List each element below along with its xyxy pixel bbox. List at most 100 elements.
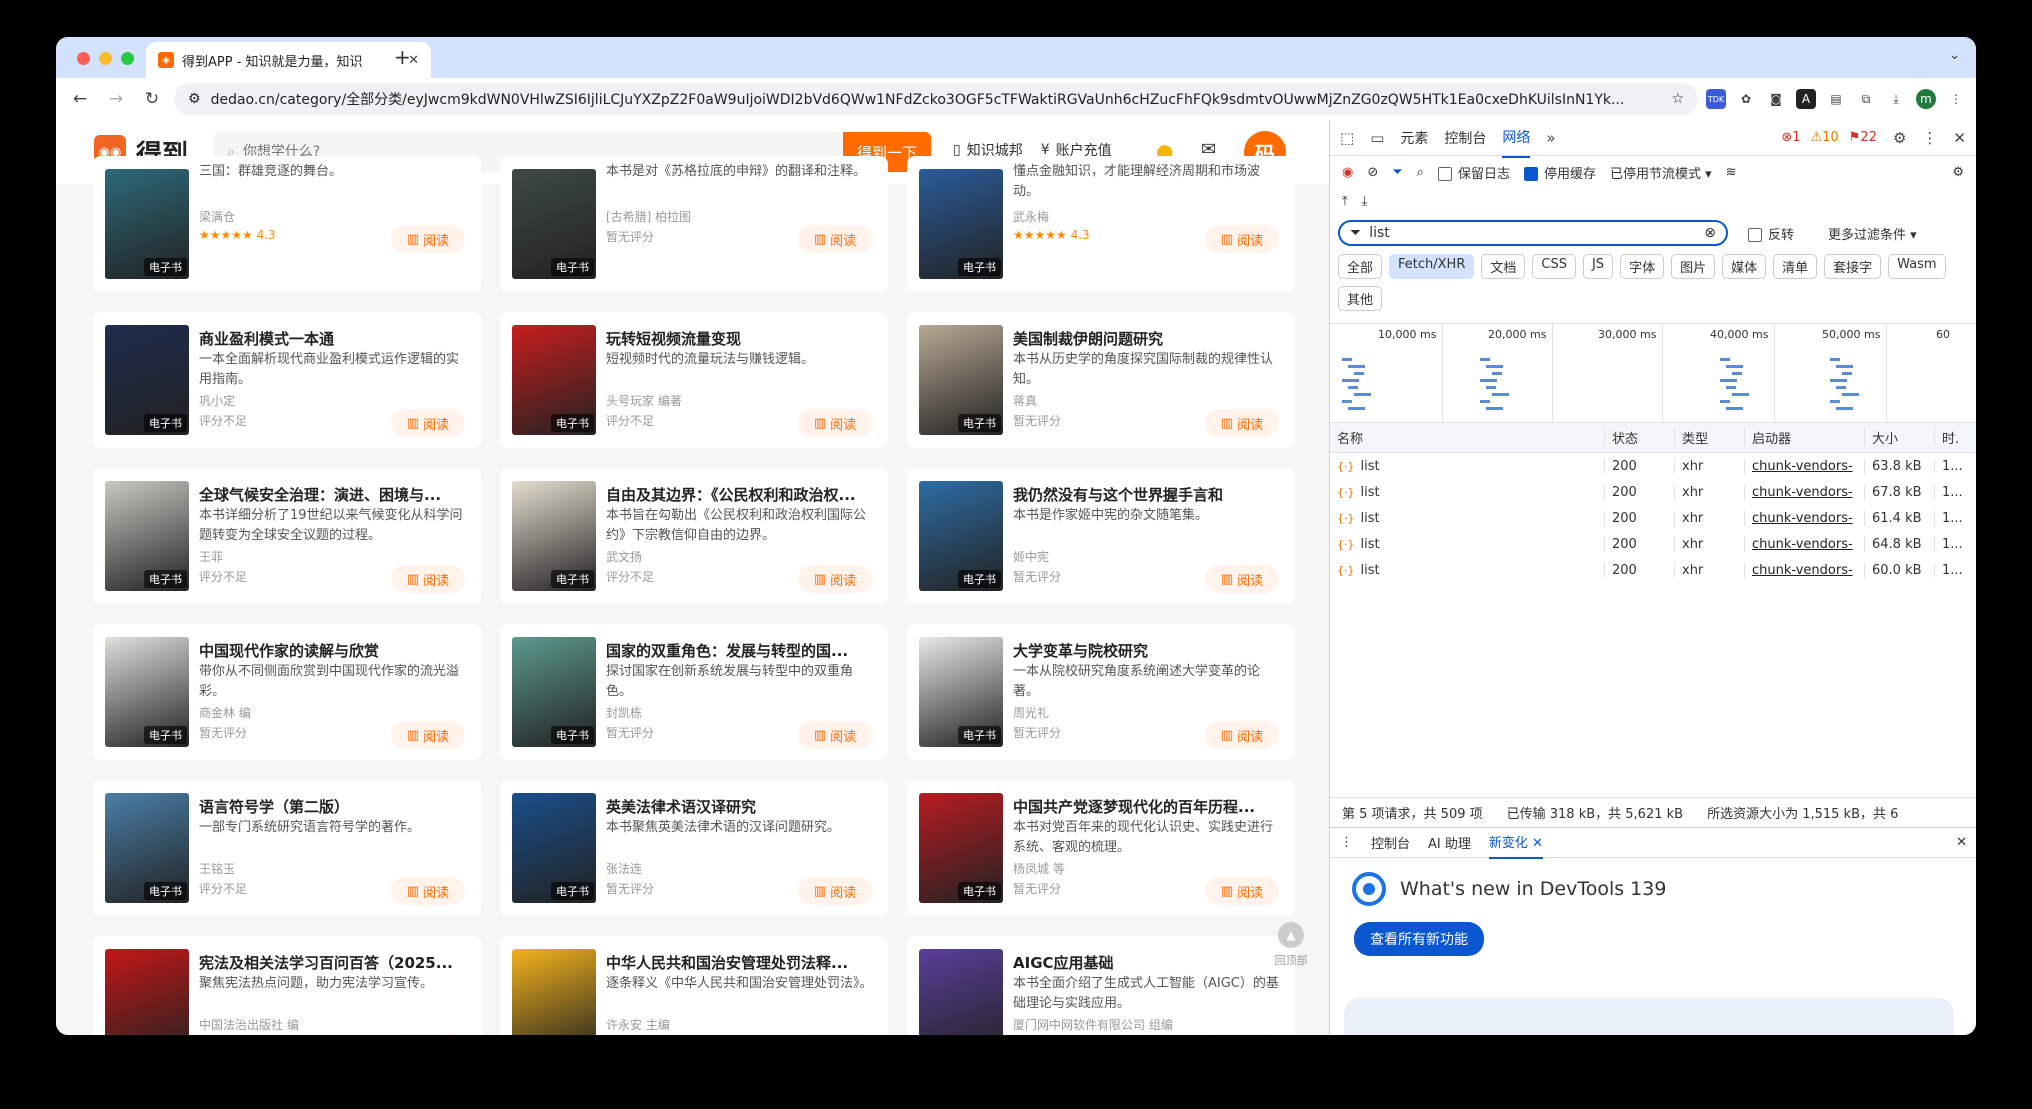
browser-tab[interactable]: ◈ 得到APP - 知识就是力量，知识 ✕ bbox=[146, 42, 431, 78]
close-window-button[interactable] bbox=[77, 52, 90, 65]
request-name[interactable]: {·} list bbox=[1330, 458, 1605, 474]
read-button[interactable]: ▥阅读 bbox=[1205, 877, 1279, 905]
site-info-icon[interactable]: ⚙ bbox=[188, 91, 201, 107]
filter-chip[interactable]: 套接字 bbox=[1824, 254, 1882, 279]
issue-counters[interactable]: ⊗1 ⚠10 ⚑22 bbox=[1781, 130, 1877, 145]
network-timeline-overview[interactable]: 10,000 ms 20,000 ms 30,000 ms 40,000 ms 50,0… bbox=[1330, 323, 1976, 424]
profile-avatar[interactable]: m bbox=[1916, 89, 1936, 109]
download-icon[interactable]: ⤓ bbox=[1886, 89, 1906, 109]
read-button[interactable]: ▥阅读 bbox=[391, 225, 465, 253]
table-row[interactable]: {·} list 200 xhr chunk-vendors- 61.4 kB 1... bbox=[1330, 505, 1976, 531]
clear-icon[interactable]: ⊘ bbox=[1367, 165, 1378, 180]
book-cover[interactable]: 电子书 bbox=[105, 169, 189, 279]
reload-icon[interactable]: ↻ bbox=[138, 85, 166, 113]
book-cover[interactable]: 电子书 bbox=[105, 481, 189, 591]
filter-input[interactable]: list bbox=[1369, 225, 1696, 241]
filter-chip[interactable]: 文档 bbox=[1481, 254, 1526, 279]
book-cover[interactable]: 电子书 bbox=[919, 169, 1003, 279]
more-tabs-icon[interactable]: » bbox=[1546, 129, 1555, 147]
request-initiator-link[interactable]: chunk-vendors- bbox=[1745, 484, 1865, 500]
devtools-menu-icon[interactable]: ⋮ bbox=[1922, 129, 1937, 147]
book-card[interactable]: 电子书 国家的双重角色：发展与转型的国... 探讨国家在创新系统发展与转型中的双重角… bbox=[500, 624, 888, 760]
book-title[interactable]: 全球气候安全治理：演进、困境与... bbox=[199, 484, 471, 505]
book-card[interactable]: 电子书 玩转短视频流量变现 短视频时代的流量玩法与赚钱逻辑。 头号玩家 编著 评分不足 ▥… bbox=[500, 312, 888, 448]
book-card[interactable]: 电子书 中国共产党逐梦现代化的百年历程... 本书对党百年来的现代化认识史、实践史进… bbox=[907, 780, 1295, 916]
read-button[interactable]: ▥阅读 bbox=[391, 409, 465, 437]
book-cover[interactable]: 电子书 bbox=[105, 949, 189, 1035]
book-title[interactable]: 我仍然没有与这个世界握手言和 bbox=[1013, 484, 1285, 505]
close-devtools-icon[interactable]: ✕ bbox=[1953, 129, 1966, 147]
back-to-top-button[interactable]: ▲ 回顶部 bbox=[1264, 922, 1318, 968]
filter-chip[interactable]: CSS bbox=[1532, 254, 1576, 279]
request-name[interactable]: {·} list bbox=[1330, 562, 1605, 578]
filter-chip[interactable]: 清单 bbox=[1773, 254, 1818, 279]
book-card[interactable]: 电子书宪法及相关法学习百问百答（2025... 聚焦宪法热点问题，助力宪法学习宣传… bbox=[93, 936, 481, 1035]
see-all-features-button[interactable]: 查看所有新功能 bbox=[1354, 922, 1484, 956]
extension-note-icon[interactable]: ▤ bbox=[1826, 89, 1846, 109]
zoom-window-button[interactable] bbox=[121, 52, 134, 65]
read-button[interactable]: ▥阅读 bbox=[798, 877, 872, 905]
network-conditions-icon[interactable]: ≋ bbox=[1726, 165, 1737, 180]
read-button[interactable]: ▥阅读 bbox=[798, 1033, 872, 1035]
whats-new-card[interactable] bbox=[1344, 998, 1954, 1035]
book-cover[interactable]: 电子书 bbox=[919, 325, 1003, 435]
record-stop-icon[interactable]: ◉ bbox=[1342, 165, 1353, 180]
table-row[interactable]: {·} list 200 xhr chunk-vendors- 64.8 kB 1... bbox=[1330, 531, 1976, 557]
extension-ai-icon[interactable]: ✿ bbox=[1736, 89, 1756, 109]
tab-elements[interactable]: 元素 bbox=[1400, 119, 1428, 157]
read-button[interactable]: ▥阅读 bbox=[798, 225, 872, 253]
book-cover[interactable]: 电子书 bbox=[512, 169, 596, 279]
book-title[interactable]: 商业盈利模式一本通 bbox=[199, 328, 471, 349]
book-cover[interactable]: 电子书 bbox=[105, 637, 189, 747]
read-button[interactable]: ▥阅读 bbox=[391, 565, 465, 593]
preserve-log-checkbox[interactable]: 保留日志 bbox=[1437, 163, 1510, 182]
book-title[interactable]: 自由及其边界：《公民权利和政治权... bbox=[606, 484, 878, 505]
tab-search-chevron-icon[interactable]: ⌄ bbox=[1949, 48, 1960, 63]
book-cover[interactable]: 电子书 bbox=[512, 793, 596, 903]
settings-gear-icon[interactable]: ⚙ bbox=[1893, 129, 1906, 147]
request-name[interactable]: {·} list bbox=[1330, 536, 1605, 552]
book-card[interactable]: 电子书 语言符号学（第二版） 一部专门系统研究语言符号学的著作。 王铭玉 评分不足 ▥ 阅读 bbox=[93, 780, 481, 916]
book-cover[interactable]: 电子书 bbox=[105, 325, 189, 435]
book-title[interactable]: 大学变革与院校研究 bbox=[1013, 640, 1285, 661]
filter-funnel-icon[interactable]: ⏷ bbox=[1392, 165, 1402, 180]
col-type[interactable]: 类型 bbox=[1675, 428, 1745, 447]
filter-chip[interactable]: 图片 bbox=[1671, 254, 1716, 279]
col-initiator[interactable]: 启动器 bbox=[1745, 428, 1865, 447]
bookmark-star-icon[interactable]: ☆ bbox=[1671, 91, 1684, 107]
book-card[interactable]: 电子书 自由及其边界：《公民权利和政治权... 本书旨在勾勒出《公民权利和政治权利国… bbox=[500, 468, 888, 604]
network-settings-icon[interactable]: ⚙ bbox=[1952, 165, 1964, 180]
close-whats-new-icon[interactable]: ✕ bbox=[1532, 836, 1543, 851]
col-status[interactable]: 状态 bbox=[1605, 428, 1675, 447]
read-button[interactable]: ▥阅读 bbox=[1205, 1033, 1279, 1035]
book-cover[interactable]: 电子书 bbox=[512, 949, 596, 1035]
book-title[interactable]: 语言符号学（第二版） bbox=[199, 796, 471, 817]
book-title[interactable]: 国家的双重角色：发展与转型的国... bbox=[606, 640, 878, 661]
export-har-icon[interactable]: ⤓ bbox=[1362, 194, 1368, 209]
read-button[interactable]: ▥阅读 bbox=[1205, 565, 1279, 593]
preserve-log-box[interactable] bbox=[1437, 167, 1452, 181]
book-card[interactable]: 电子书 AIGC应用基础本书全面介绍了生成式人工智能（AIGC）的基础理论与实践应… bbox=[907, 936, 1295, 1035]
book-title[interactable]: 中华人民共和国治安管理处罚法释... bbox=[606, 952, 878, 973]
invert-checkbox[interactable]: 反转 bbox=[1748, 224, 1794, 243]
book-title[interactable]: 中国现代作家的读解与欣赏 bbox=[199, 640, 471, 661]
read-button[interactable]: ▥阅读 bbox=[391, 1033, 465, 1035]
address-bar[interactable]: ⚙ dedao.cn/category/全部分类/eyJwcm9kdWN0VHl… bbox=[174, 83, 1698, 115]
book-cover[interactable]: 电子书 bbox=[512, 637, 596, 747]
book-card[interactable]: 电子书 全球气候安全治理：演进、困境与... 本书详细分析了19世纪以来气候变化从科… bbox=[93, 468, 481, 604]
read-button[interactable]: ▥阅读 bbox=[1205, 225, 1279, 253]
book-card[interactable]: 电子书 大学变革与院校研究 一本从院校研究角度系统阐述大学变革的论著。 周光礼 暂无评分… bbox=[907, 624, 1295, 760]
book-title[interactable]: 美国制裁伊朗问题研究 bbox=[1013, 328, 1285, 349]
book-cover[interactable]: 电子书 bbox=[919, 637, 1003, 747]
book-card[interactable]: 电子书 懂点金融知识，才能理解经济周期和市场波动。 武永梅 ★★★★★ 4.3 ▥ 阅读 bbox=[907, 156, 1295, 292]
request-initiator-link[interactable]: chunk-vendors- bbox=[1745, 458, 1865, 474]
filter-chip[interactable]: 字体 bbox=[1620, 254, 1665, 279]
invert-box[interactable] bbox=[1748, 228, 1762, 242]
read-button[interactable]: ▥阅读 bbox=[1205, 721, 1279, 749]
throttle-select[interactable]: 已停用节流模式 ▾ bbox=[1610, 163, 1712, 182]
new-tab-button[interactable]: + bbox=[394, 45, 411, 69]
import-har-icon[interactable]: ⤒ bbox=[1342, 194, 1348, 209]
table-row[interactable]: {·} list 200 xhr chunk-vendors- 63.8 kB 1... bbox=[1330, 453, 1976, 479]
filter-chip[interactable]: 媒体 bbox=[1722, 254, 1767, 279]
search-network-icon[interactable]: ⌕ bbox=[1417, 165, 1424, 180]
